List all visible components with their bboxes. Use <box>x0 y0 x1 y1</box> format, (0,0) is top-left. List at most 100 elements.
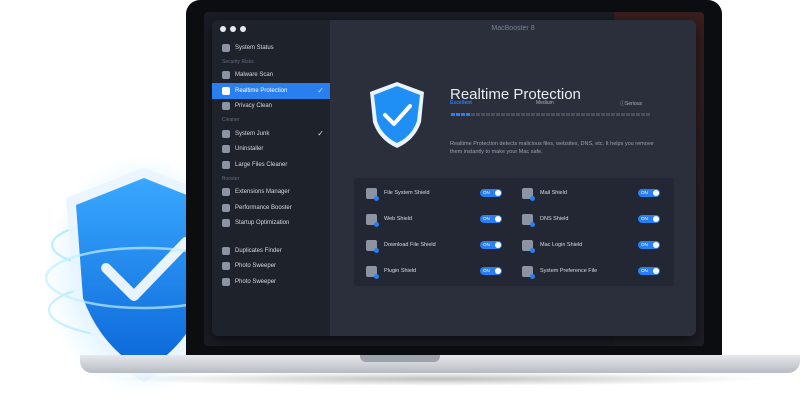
shield-toggle[interactable]: ON <box>480 267 502 275</box>
sidebar-item-realtime-protection[interactable]: Realtime Protection ✓ <box>212 83 330 99</box>
sidebar-section-header: Security Risks <box>222 58 254 65</box>
sidebar-item-performance-booster[interactable]: Performance Booster <box>212 200 330 216</box>
level-tick <box>645 111 646 118</box>
protection-description: Realtime Protection detects malicious fi… <box>450 141 654 155</box>
shield-row-file-system-shield: File System Shield <box>366 180 430 206</box>
level-tick <box>465 111 466 118</box>
shield-toggle[interactable]: ON <box>638 267 660 275</box>
level-tick <box>510 111 511 118</box>
shield-label: Web Shield <box>384 216 413 222</box>
sidebar-item-label: Photo Sweeper <box>235 278 277 285</box>
shield-list: File System Shield ON Mail Shield ON Web Shi… <box>354 178 674 286</box>
shield-toggle[interactable]: ON <box>480 189 502 197</box>
close-window-button[interactable] <box>220 26 226 32</box>
sidebar-item-photo-sweeper[interactable]: Photo Sweeper <box>212 274 330 290</box>
level-tick <box>575 111 576 118</box>
shield-label: System Preference File <box>540 268 598 274</box>
shield-row-mac-login-shield: Mac Login Shield <box>522 232 582 258</box>
eye-icon <box>222 102 230 111</box>
sidebar: System Status Security Risks Malware Scan R… <box>212 20 330 336</box>
photo-icon <box>222 262 230 271</box>
check-icon: ✓ <box>317 129 324 138</box>
minimize-window-button[interactable] <box>230 26 236 32</box>
shield-row-plugin-shield: Plugin Shield <box>366 258 416 284</box>
shield-row-system-preference-file: System Preference File <box>522 258 597 284</box>
laptop-notch <box>360 355 440 362</box>
shield-icon <box>222 86 230 95</box>
shield-toggle[interactable]: ON <box>638 215 660 223</box>
main-panel: Realtime Protection Excellent Medium ⓘSe… <box>330 38 696 336</box>
level-tick <box>505 111 506 118</box>
sidebar-item-label: System Status <box>235 44 274 51</box>
gauge-icon <box>222 43 230 52</box>
sidebar-item-label: Uninstaller <box>235 146 264 153</box>
level-tick <box>585 111 586 118</box>
level-tick <box>635 111 636 118</box>
copy-icon <box>222 246 230 255</box>
level-excellent: Excellent <box>450 100 472 106</box>
gear-shield-icon <box>522 265 535 279</box>
puzzle-icon <box>222 188 230 197</box>
shield-toggle[interactable]: ON <box>480 215 502 223</box>
file-icon <box>222 160 230 169</box>
level-medium: Medium <box>536 100 554 106</box>
sidebar-section-header: Booster <box>222 175 240 182</box>
level-tick <box>620 111 621 118</box>
photo-icon <box>222 277 230 286</box>
sidebar-item-label: Large Files Cleaner <box>235 161 288 168</box>
sidebar-section-header: Cleaner <box>222 117 240 123</box>
level-tick <box>615 111 616 118</box>
level-tick <box>595 111 596 118</box>
dns-shield-icon <box>522 213 535 227</box>
shield-toggle[interactable]: ON <box>480 241 502 249</box>
trash-icon <box>222 129 230 138</box>
sidebar-item-photo-sweeper[interactable]: Photo Sweeper <box>212 259 330 275</box>
level-tick <box>455 111 456 118</box>
download-shield-icon <box>366 239 379 253</box>
sidebar-section-header <box>212 231 330 243</box>
shield-toggle[interactable]: ON <box>638 189 660 197</box>
laptop-screen: System Status Security Risks Malware Scan R… <box>204 12 704 346</box>
level-tick <box>555 111 556 118</box>
level-tick <box>605 111 606 118</box>
level-tick <box>560 111 561 118</box>
rocket-icon <box>222 203 230 212</box>
shield-label: Mail Shield <box>540 190 567 196</box>
sidebar-item-label: Performance Booster <box>235 204 292 211</box>
sidebar-item-uninstaller[interactable]: Uninstaller <box>212 142 330 158</box>
shield-row-web-shield: Web Shield <box>366 206 412 232</box>
shield-row-dns-shield: DNS Shield <box>522 206 568 232</box>
sidebar-item-malware-scan[interactable]: Malware Scan <box>212 68 330 84</box>
app-window: System Status Security Risks Malware Scan R… <box>212 20 696 336</box>
sidebar-item-extensions-manager[interactable]: Extensions Manager <box>212 185 330 201</box>
sidebar-item-label: Realtime Protection <box>235 87 288 94</box>
sidebar-item-large-files-cleaner[interactable]: Large Files Cleaner <box>212 157 330 173</box>
level-tick <box>520 111 521 118</box>
level-tick <box>630 111 631 118</box>
shield-label: Plugin Shield <box>384 268 417 274</box>
level-tick <box>470 111 471 118</box>
shield-toggle[interactable]: ON <box>638 241 660 249</box>
sidebar-item-label: System Junk <box>235 130 270 137</box>
level-serious-label: Serious <box>625 101 642 107</box>
sidebar-item-startup-optimization[interactable]: Startup Optimization <box>212 216 330 232</box>
laptop-shadow <box>110 372 770 386</box>
shield-label: Mac Login Shield <box>540 242 583 248</box>
sidebar-item-system-junk[interactable]: System Junk ✓ <box>212 126 330 142</box>
plugin-shield-icon <box>366 265 379 279</box>
bug-icon <box>222 71 230 80</box>
web-shield-icon <box>366 213 379 227</box>
level-serious: ⓘSerious <box>620 100 642 107</box>
sidebar-item-label: Privacy Clean <box>235 103 273 110</box>
level-tick <box>545 111 546 118</box>
level-tick <box>625 111 626 118</box>
level-tick <box>640 111 641 118</box>
sidebar-item-duplicates-finder[interactable]: Duplicates Finder <box>212 243 330 259</box>
sidebar-item-label: Extensions Manager <box>235 189 290 196</box>
sidebar-item-system-status[interactable]: System Status <box>212 40 330 56</box>
level-tick <box>450 111 451 118</box>
shield-label: File System Shield <box>384 190 430 196</box>
sidebar-item-privacy-clean[interactable]: Privacy Clean <box>212 99 330 115</box>
zoom-window-button[interactable] <box>240 26 246 32</box>
level-tick <box>525 111 526 118</box>
